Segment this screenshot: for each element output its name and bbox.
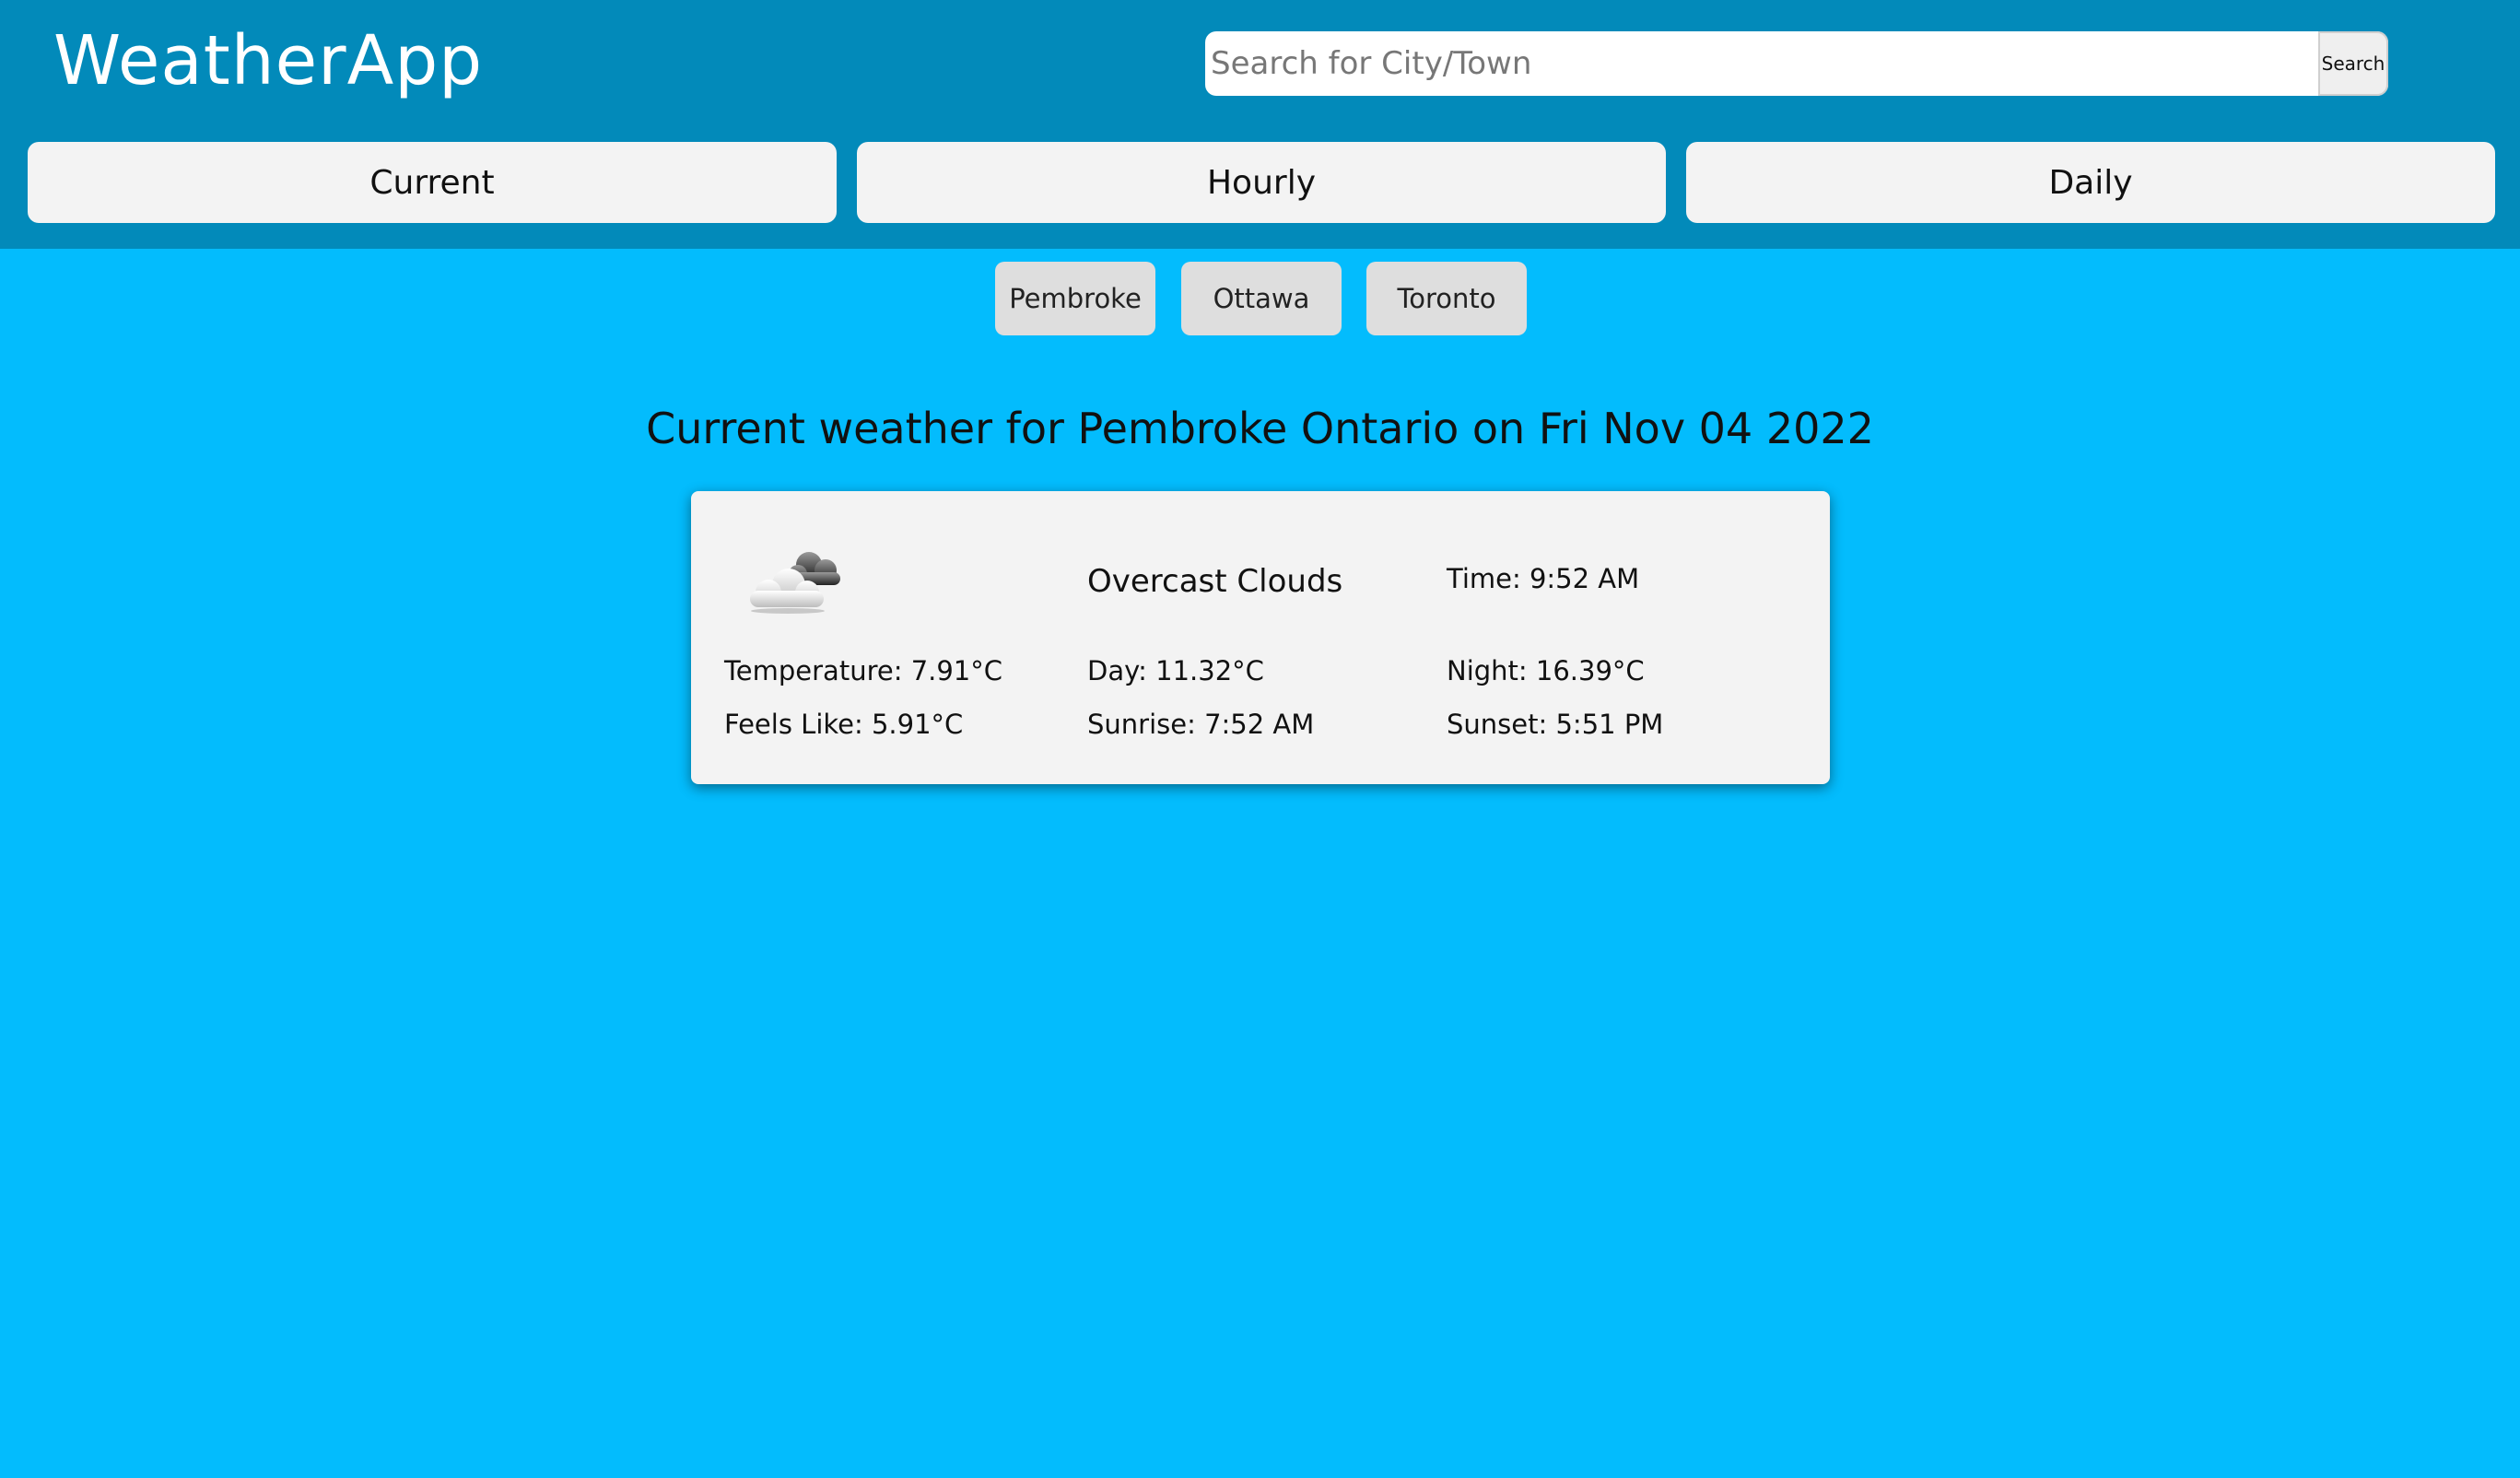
- app-header: WeatherApp Search Current Hourly Daily: [0, 0, 2520, 249]
- search-input[interactable]: [1205, 31, 2316, 96]
- city-button-pembroke[interactable]: Pembroke: [995, 262, 1155, 335]
- tab-daily[interactable]: Daily: [1686, 142, 2495, 223]
- tab-current[interactable]: Current: [28, 142, 837, 223]
- current-weather-card: Overcast Clouds Time: 9:52 AM Temperatur…: [691, 491, 1830, 784]
- weather-condition: Overcast Clouds: [1087, 563, 1343, 600]
- search-bar: Search: [1205, 31, 2388, 96]
- city-button-toronto[interactable]: Toronto: [1366, 262, 1527, 335]
- temperature: Temperature: 7.91°C: [724, 655, 1003, 686]
- page-title: Current weather for Pembroke Ontario on …: [646, 404, 1874, 453]
- app-title: WeatherApp: [53, 21, 484, 100]
- city-button-ottawa[interactable]: Ottawa: [1181, 262, 1342, 335]
- current-time: Time: 9:52 AM: [1447, 563, 1640, 594]
- day-temperature: Day: 11.32°C: [1087, 655, 1264, 686]
- night-temperature: Night: 16.39°C: [1447, 655, 1645, 686]
- view-tabs: Current Hourly Daily: [28, 142, 2495, 223]
- search-button[interactable]: Search: [2318, 31, 2388, 96]
- tab-hourly[interactable]: Hourly: [857, 142, 1666, 223]
- feels-like: Feels Like: 5.91°C: [724, 709, 964, 740]
- sunrise-time: Sunrise: 7:52 AM: [1087, 709, 1315, 740]
- sunset-time: Sunset: 5:51 PM: [1447, 709, 1664, 740]
- overcast-clouds-icon: [750, 552, 840, 614]
